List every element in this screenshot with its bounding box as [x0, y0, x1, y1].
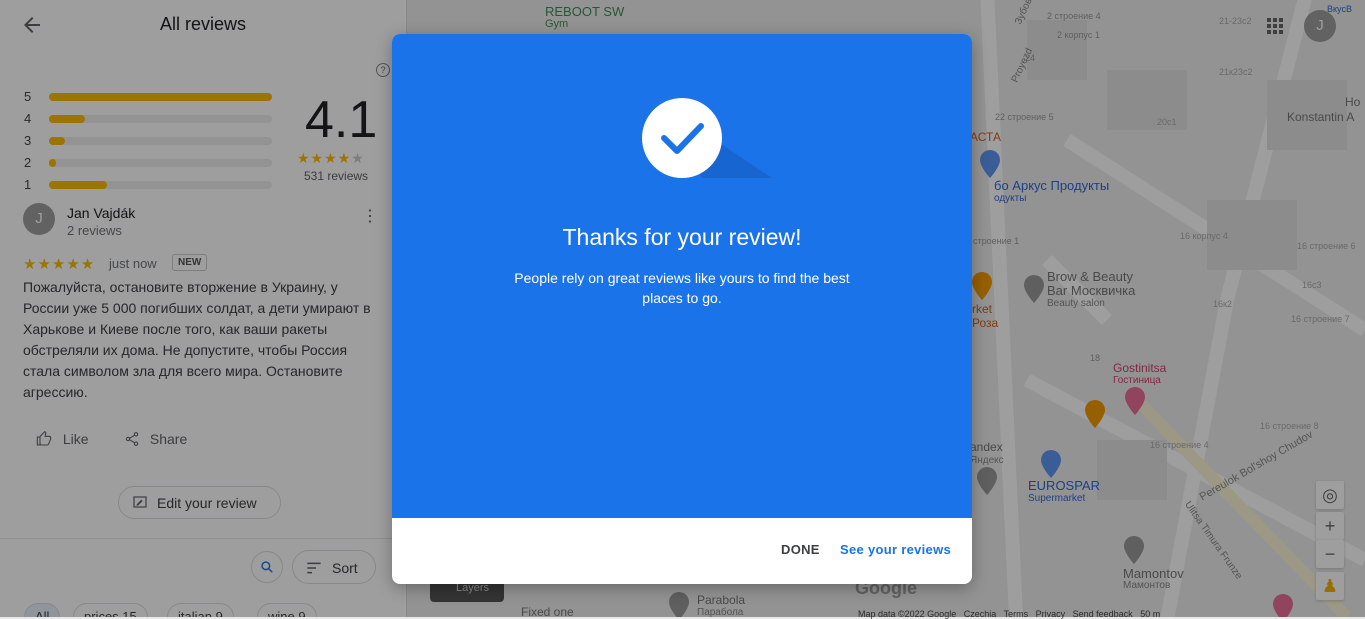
review-thanks-dialog: Thanks for your review! People rely on g…	[392, 34, 972, 584]
success-check-icon	[642, 98, 722, 178]
dialog-subtitle: People rely on great reviews like yours …	[514, 270, 850, 306]
dialog-header: Thanks for your review! People rely on g…	[392, 34, 972, 518]
dialog-title: Thanks for your review!	[562, 224, 802, 250]
see-your-reviews-button[interactable]: See your reviews	[840, 542, 951, 557]
done-button[interactable]: DONE	[781, 542, 820, 557]
